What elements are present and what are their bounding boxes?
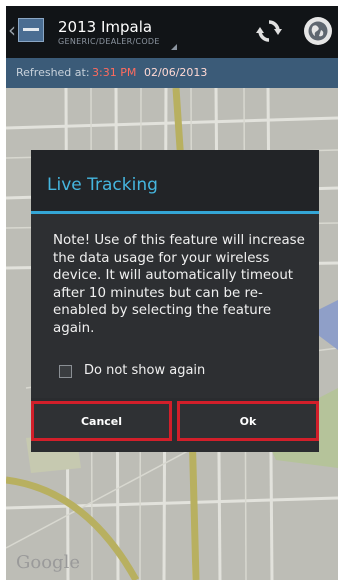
dialog-title-divider — [31, 211, 319, 214]
vehicle-dropdown-indicator-icon[interactable] — [171, 44, 177, 50]
back-caret-icon[interactable]: ‹ — [8, 20, 16, 40]
refresh-icon[interactable] — [256, 18, 282, 44]
action-bar: ‹ 2013 Impala GENERIC/DEALER/CODE — [6, 6, 338, 58]
dialog-message: Note! Use of this feature will increase … — [53, 233, 305, 336]
vehicle-subtitle: GENERIC/DEALER/CODE — [58, 37, 160, 46]
phone-screen: ‹ 2013 Impala GENERIC/DEALER/CODE Refres… — [6, 6, 338, 580]
refresh-time: 3:31 PM — [92, 66, 137, 79]
live-tracking-dialog: Live Tracking Note! Use of this feature … — [31, 150, 319, 452]
refresh-status-bar: Refreshed at: 3:31 PM 02/06/2013 — [6, 58, 338, 88]
google-logo: Google — [16, 552, 80, 573]
dialog-title-bar: Live Tracking — [31, 150, 319, 213]
vehicle-title[interactable]: 2013 Impala — [58, 18, 152, 36]
refresh-date: 02/06/2013 — [144, 66, 208, 79]
dialog-button-bar: Cancel Ok — [31, 398, 319, 452]
dialog-title: Live Tracking — [47, 175, 158, 195]
ok-button[interactable]: Ok — [177, 401, 319, 441]
cancel-button[interactable]: Cancel — [31, 401, 172, 441]
do-not-show-again-label[interactable]: Do not show again — [84, 363, 205, 378]
do-not-show-again-checkbox[interactable] — [59, 365, 72, 378]
refresh-label: Refreshed at: — [16, 66, 90, 79]
app-icon[interactable] — [18, 18, 44, 42]
globe-icon[interactable] — [304, 17, 332, 45]
